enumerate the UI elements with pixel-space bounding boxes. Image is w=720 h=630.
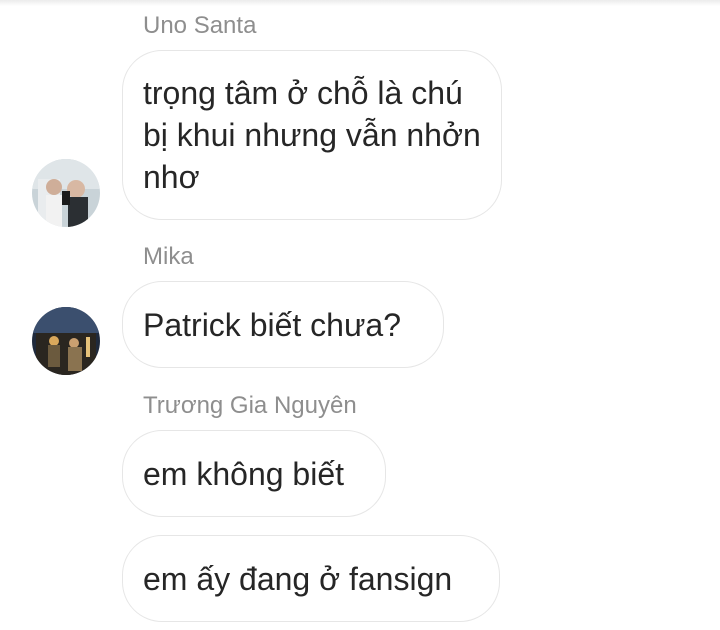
message-text: em ấy đang ở fansign	[143, 560, 453, 597]
message-bubble[interactable]: Patrick biết chưa?	[122, 281, 444, 368]
message-bubble[interactable]: em ấy đang ở fansign	[122, 535, 500, 622]
message-text: Patrick biết chưa?	[143, 306, 401, 343]
message-bubble[interactable]: em không biết	[122, 430, 386, 517]
sender-name-mika: Mika	[143, 243, 194, 270]
top-divider	[0, 0, 720, 6]
user-avatar-photo-icon[interactable]	[32, 159, 100, 227]
user-avatar-photo-icon[interactable]	[32, 307, 100, 375]
sender-name-uno-santa: Uno Santa	[143, 12, 257, 39]
sender-name-truong-gia-nguyen: Trương Gia Nguyên	[143, 392, 357, 419]
message-bubble[interactable]: trọng tâm ở chỗ là chú bị khui nhưng vẫn…	[122, 50, 502, 220]
message-text: trọng tâm ở chỗ là chú bị khui nhưng vẫn…	[143, 75, 481, 195]
message-text: em không biết	[143, 455, 345, 492]
